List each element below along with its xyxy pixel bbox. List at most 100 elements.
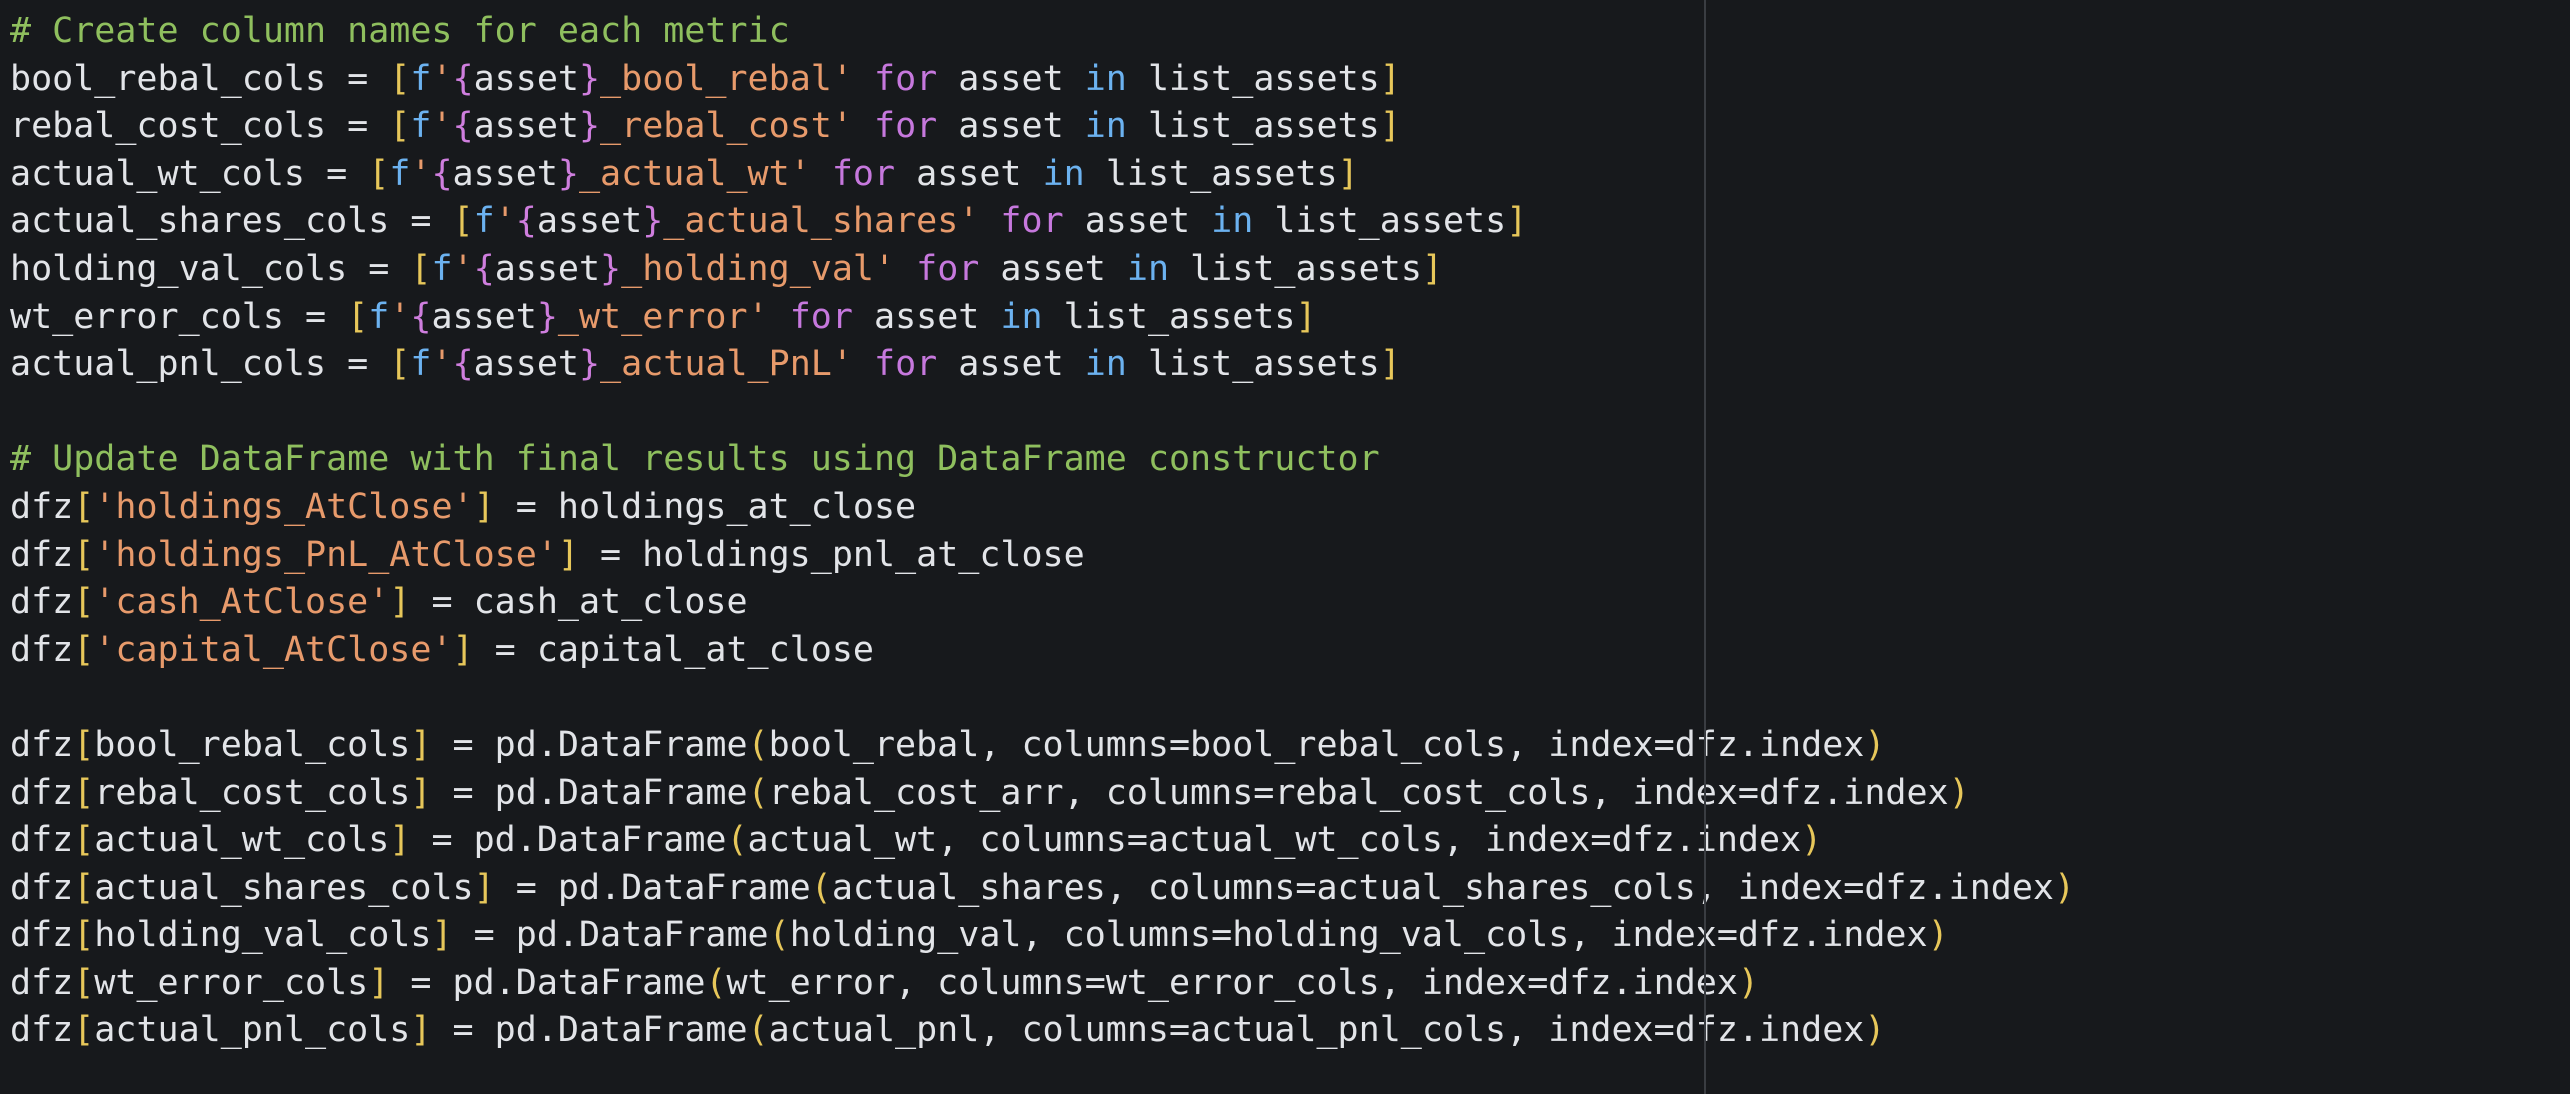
code-editor[interactable]: # Create column names for each metric boo…: [0, 0, 2570, 1094]
code-token-str: ': [452, 248, 474, 289]
code-line[interactable]: ​: [10, 389, 2075, 437]
code-line[interactable]: rebal_cost_cols = [f'{asset}_rebal_cost'…: [10, 103, 2075, 151]
code-token-str: ': [410, 153, 432, 194]
code-token-plain: list_assets: [1084, 153, 1338, 194]
code-token-plain: dfz: [10, 534, 74, 575]
code-token-plain: holding_val_cols: [94, 915, 432, 956]
code-token-plain: dfz: [10, 962, 74, 1003]
code-token-bracket: [: [73, 867, 95, 908]
code-token-plain: = pd.DataFrame: [494, 867, 811, 908]
code-token-kw: for: [874, 106, 938, 147]
code-token-bracket: [: [73, 962, 95, 1003]
code-token-bracket: ): [1927, 915, 1949, 956]
code-token-plain: dfz: [10, 486, 74, 527]
code-line[interactable]: dfz['capital_AtClose'] = capital_at_clos…: [10, 627, 2075, 675]
code-token-bracket: (: [705, 962, 727, 1003]
code-token-bracket: ]: [410, 772, 432, 813]
code-token-bracket: (: [747, 772, 769, 813]
code-line[interactable]: holding_val_cols = [f'{asset}_holding_va…: [10, 246, 2075, 294]
code-token-bracket: (: [810, 867, 832, 908]
code-token-str: _bool_rebal': [600, 58, 853, 99]
code-token-bracket: [: [73, 486, 95, 527]
code-line[interactable]: dfz[wt_error_cols] = pd.DataFrame(wt_err…: [10, 960, 2075, 1008]
code-token-bracket: ]: [1337, 153, 1359, 194]
code-token-bracket: [: [410, 248, 432, 289]
code-token-in: in: [1084, 58, 1127, 99]
code-token-plain: dfz: [10, 724, 74, 765]
code-token-plain: actual_shares, columns=actual_shares_col…: [831, 867, 2054, 908]
code-token-bracket: ]: [473, 867, 495, 908]
code-token-plain: actual_pnl_cols =: [10, 344, 390, 385]
code-token-bracket: [: [347, 296, 369, 337]
code-token-bracket: [: [73, 582, 95, 623]
code-token-plain: rebal_cost_cols =: [10, 106, 390, 147]
code-token-in: in: [1042, 153, 1085, 194]
code-line[interactable]: dfz[rebal_cost_cols] = pd.DataFrame(reba…: [10, 770, 2075, 818]
code-token-plain: list_assets: [1126, 106, 1380, 147]
code-token-comment: # Update DataFrame with final results us…: [10, 439, 1380, 480]
code-token-str: _actual_shares': [663, 201, 980, 242]
code-token-plain: = cash_at_close: [410, 582, 748, 623]
code-line[interactable]: dfz[bool_rebal_cols] = pd.DataFrame(bool…: [10, 722, 2075, 770]
code-token-plain: = capital_at_close: [473, 629, 874, 670]
code-token-fprefix: f: [389, 153, 411, 194]
code-token-interp: }: [536, 296, 558, 337]
code-token-plain: actual_shares_cols =: [10, 201, 453, 242]
code-token-plain: dfz: [10, 867, 74, 908]
code-line[interactable]: dfz['holdings_PnL_AtClose'] = holdings_p…: [10, 532, 2075, 580]
code-token-str: ': [431, 106, 453, 147]
code-token-kw: for: [916, 248, 980, 289]
code-token-bracket: ]: [1379, 344, 1401, 385]
code-token-plain: asset: [452, 153, 558, 194]
code-token-plain: = holdings_at_close: [494, 486, 917, 527]
code-token-plain: asset: [1063, 201, 1212, 242]
code-text-area[interactable]: # Create column names for each metric boo…: [10, 8, 2075, 1055]
code-line[interactable]: actual_pnl_cols = [f'{asset}_actual_PnL'…: [10, 341, 2075, 389]
code-token-plain: asset: [536, 201, 643, 242]
code-token-str: ': [431, 58, 453, 99]
code-line[interactable]: ​: [10, 674, 2075, 722]
code-token-interp: }: [578, 344, 601, 385]
code-line[interactable]: dfz[holding_val_cols] = pd.DataFrame(hol…: [10, 912, 2075, 960]
code-token-bracket: ]: [368, 962, 390, 1003]
code-token-bracket: ]: [389, 820, 411, 861]
code-token-plain: asset: [852, 296, 1001, 337]
code-line[interactable]: dfz['holdings_AtClose'] = holdings_at_cl…: [10, 484, 2075, 532]
code-token-bracket: [: [368, 153, 390, 194]
code-line[interactable]: dfz[actual_pnl_cols] = pd.DataFrame(actu…: [10, 1007, 2075, 1055]
code-token-bracket: ): [1737, 962, 1759, 1003]
code-line[interactable]: dfz[actual_wt_cols] = pd.DataFrame(actua…: [10, 817, 2075, 865]
code-token-plain: actual_pnl_cols: [94, 1010, 411, 1051]
code-token-in: in: [1084, 106, 1127, 147]
code-token-str: 'cash_AtClose': [94, 582, 390, 623]
code-token-plain: asset: [979, 248, 1127, 289]
code-line[interactable]: # Update DataFrame with final results us…: [10, 436, 2075, 484]
code-token-bracket: [: [73, 534, 95, 575]
code-token-bracket: [: [389, 106, 411, 147]
code-token-plain: dfz: [10, 915, 74, 956]
code-token-plain: dfz: [10, 582, 74, 623]
code-token-bracket: ]: [452, 629, 474, 670]
code-token-interp: }: [557, 153, 579, 194]
column-ruler: [1704, 0, 1706, 1094]
code-token-plain: asset: [895, 153, 1043, 194]
code-token-interp: {: [452, 106, 474, 147]
code-line[interactable]: # Create column names for each metric: [10, 8, 2075, 56]
code-line[interactable]: dfz[actual_shares_cols] = pd.DataFrame(a…: [10, 865, 2075, 913]
code-token-bracket: (: [768, 915, 790, 956]
code-token-str: 'holdings_PnL_AtClose': [94, 534, 558, 575]
code-token-kw: for: [874, 344, 938, 385]
code-line[interactable]: actual_wt_cols = [f'{asset}_actual_wt' f…: [10, 151, 2075, 199]
code-token-bracket: ]: [1379, 106, 1401, 147]
code-token-bracket: ]: [389, 582, 411, 623]
code-token-fprefix: f: [431, 248, 453, 289]
code-token-bracket: [: [389, 58, 411, 99]
code-line[interactable]: bool_rebal_cols = [f'{asset}_bool_rebal'…: [10, 56, 2075, 104]
code-line[interactable]: wt_error_cols = [f'{asset}_wt_error' for…: [10, 294, 2075, 342]
code-line[interactable]: dfz['cash_AtClose'] = cash_at_close: [10, 579, 2075, 627]
code-token-plain: bool_rebal_cols: [94, 724, 411, 765]
code-token-interp: {: [452, 58, 474, 99]
code-token-plain: dfz: [10, 772, 74, 813]
code-line[interactable]: actual_shares_cols = [f'{asset}_actual_s…: [10, 198, 2075, 246]
